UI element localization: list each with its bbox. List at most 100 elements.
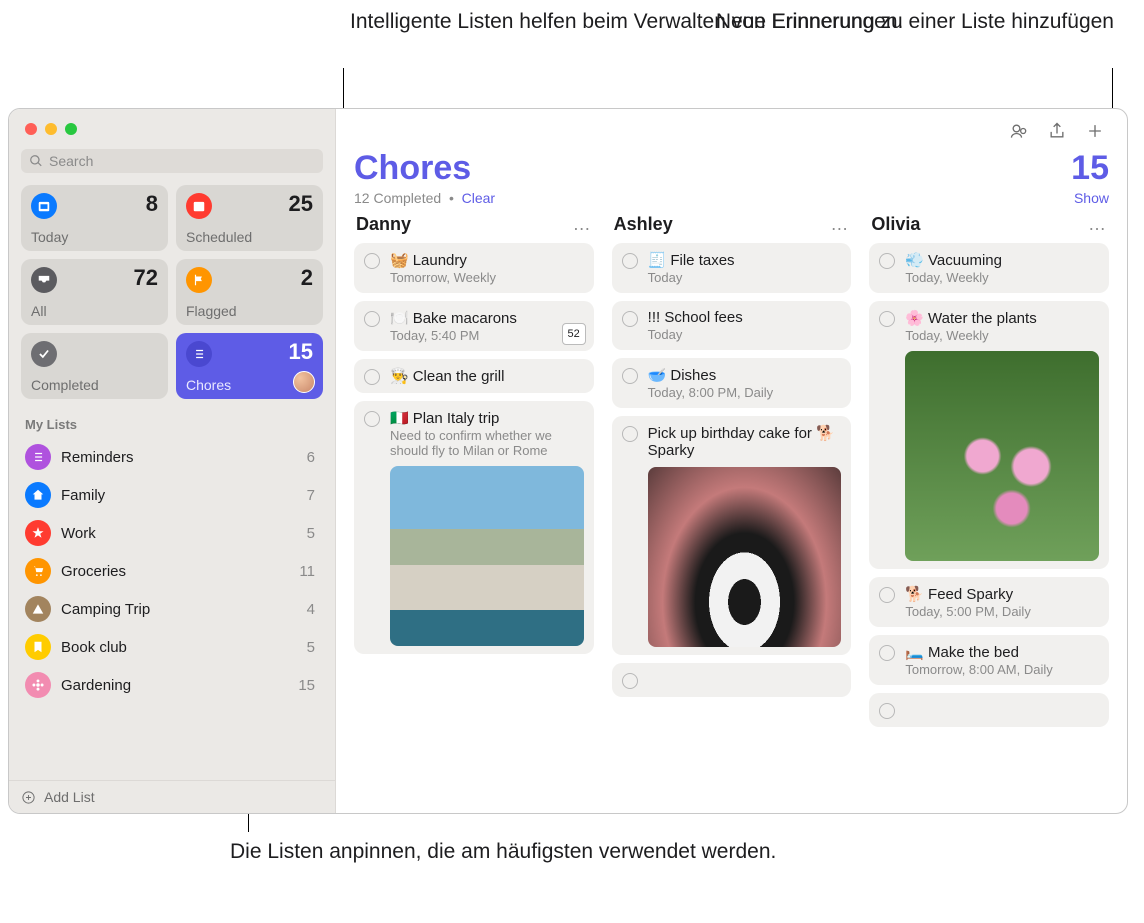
complete-checkbox[interactable] <box>622 426 638 442</box>
complete-checkbox[interactable] <box>622 311 638 327</box>
column-more-button[interactable]: … <box>573 214 592 235</box>
column-more-button[interactable]: … <box>1088 214 1107 235</box>
reminder-sub: Today, 5:40 PM <box>390 328 584 343</box>
complete-checkbox[interactable] <box>364 311 380 327</box>
reminder-card[interactable]: 👨‍🍳Clean the grill <box>354 359 594 393</box>
complete-checkbox[interactable] <box>879 703 895 719</box>
search-field[interactable]: Search <box>21 149 323 173</box>
collaborate-icon[interactable] <box>1009 121 1029 141</box>
new-reminder-slot[interactable] <box>869 693 1109 727</box>
list-count: 5 <box>307 525 315 542</box>
complete-checkbox[interactable] <box>622 368 638 384</box>
reminder-image <box>905 351 1099 561</box>
reminder-emoji-icon: 🥣 <box>648 366 667 384</box>
sidebar-list-camping-trip[interactable]: Camping Trip4 <box>21 590 323 628</box>
reminder-image <box>390 466 584 646</box>
list-name: Reminders <box>61 449 307 466</box>
complete-checkbox[interactable] <box>364 411 380 427</box>
reminder-card[interactable]: 💨VacuumingToday, Weekly <box>869 243 1109 293</box>
reminder-title: 🌸Water the plants <box>905 309 1099 327</box>
reminder-sub: Tomorrow, Weekly <box>390 270 584 285</box>
smart-card-all[interactable]: 72 All <box>21 259 168 325</box>
reminders-window: Search 8 Today 25 Scheduled <box>8 108 1128 814</box>
add-list-label: Add List <box>44 789 95 805</box>
complete-checkbox[interactable] <box>364 369 380 385</box>
clear-completed-button[interactable]: Clear <box>462 190 495 206</box>
sidebar-list-groceries[interactable]: Groceries11 <box>21 552 323 590</box>
reminder-emoji-icon: 🍽️ <box>390 309 409 327</box>
list-count: 6 <box>307 449 315 466</box>
reminder-card[interactable]: 🌸Water the plantsToday, Weekly <box>869 301 1109 569</box>
add-list-button[interactable]: Add List <box>9 780 335 813</box>
list-count: 7 <box>307 487 315 504</box>
reminder-card[interactable]: 🛏️Make the bedTomorrow, 8:00 AM, Daily <box>869 635 1109 685</box>
main-pane: Chores 15 12 Completed • Clear Show Dann… <box>336 109 1127 813</box>
sidebar-list-family[interactable]: Family7 <box>21 476 323 514</box>
column-title: Olivia <box>871 214 920 235</box>
column-title: Ashley <box>614 214 673 235</box>
sidebar-list-work[interactable]: Work5 <box>21 514 323 552</box>
smart-card-completed[interactable]: Completed <box>21 333 168 399</box>
columns-container: Danny…🧺LaundryTomorrow, Weekly🍽️Bake mac… <box>354 214 1109 813</box>
star-icon <box>25 520 51 546</box>
reminder-title: 🇮🇹Plan Italy trip <box>390 409 584 427</box>
reminder-card[interactable]: 🐕Feed SparkyToday, 5:00 PM, Daily <box>869 577 1109 627</box>
reminder-sub: Today <box>648 270 842 285</box>
new-reminder-slot[interactable] <box>612 663 852 697</box>
complete-checkbox[interactable] <box>879 311 895 327</box>
reminder-emoji-icon: 🛏️ <box>905 643 924 661</box>
complete-checkbox[interactable] <box>622 253 638 269</box>
smart-label: All <box>31 303 47 319</box>
list-name: Groceries <box>61 563 299 580</box>
smart-card-chores[interactable]: 15 Chores <box>176 333 323 399</box>
column-olivia: Olivia … 💨VacuumingToday, Weekly 🌸Water the… <box>869 214 1109 813</box>
smart-card-today[interactable]: 8 Today <box>21 185 168 251</box>
list-count: 15 <box>298 677 315 694</box>
calendar-icon <box>186 193 212 219</box>
reminder-card[interactable]: 🧺LaundryTomorrow, Weekly <box>354 243 594 293</box>
reminder-title: !!! School fees <box>648 309 842 326</box>
complete-checkbox[interactable] <box>879 645 895 661</box>
list-icon <box>25 444 51 470</box>
reminder-card[interactable]: 🇮🇹Plan Italy tripNeed to confirm whether… <box>354 401 594 654</box>
minimize-window-button[interactable] <box>45 123 57 135</box>
sidebar-list-reminders[interactable]: Reminders6 <box>21 438 323 476</box>
complete-checkbox[interactable] <box>364 253 380 269</box>
sidebar-list-book-club[interactable]: Book club5 <box>21 628 323 666</box>
add-reminder-icon[interactable] <box>1085 121 1105 141</box>
reminder-title: 🥣Dishes <box>648 366 842 384</box>
complete-checkbox[interactable] <box>622 673 638 689</box>
reminder-card[interactable]: Pick up birthday cake for 🐕 Sparky <box>612 416 852 655</box>
share-icon[interactable] <box>1047 121 1067 141</box>
smart-card-scheduled[interactable]: 25 Scheduled <box>176 185 323 251</box>
tray-icon <box>31 267 57 293</box>
reminder-card[interactable]: 🧾File taxesToday <box>612 243 852 293</box>
reminder-title: 🧺Laundry <box>390 251 584 269</box>
checkmark-icon <box>31 341 57 367</box>
complete-checkbox[interactable] <box>879 587 895 603</box>
show-completed-button[interactable]: Show <box>1074 190 1109 206</box>
list-count: 4 <box>307 601 315 618</box>
callout-add-reminder: Neue Erinnerung zu einer Liste hinzufüge… <box>716 8 1114 36</box>
my-lists-header: My Lists <box>21 417 323 432</box>
reminder-title: 👨‍🍳Clean the grill <box>390 367 584 385</box>
column-ashley: Ashley…🧾File taxesToday!!! School feesTo… <box>612 214 852 813</box>
reminder-card[interactable]: 🥣DishesToday, 8:00 PM, Daily <box>612 358 852 408</box>
reminder-card[interactable]: !!! School feesToday <box>612 301 852 350</box>
complete-checkbox[interactable] <box>879 253 895 269</box>
close-window-button[interactable] <box>25 123 37 135</box>
shared-avatar <box>293 371 315 393</box>
sidebar-list-gardening[interactable]: Gardening15 <box>21 666 323 704</box>
reminder-emoji-icon: 💨 <box>905 251 924 269</box>
maximize-window-button[interactable] <box>65 123 77 135</box>
toolbar <box>354 119 1109 147</box>
callout-pin-lists: Die Listen anpinnen, die am häufigsten v… <box>230 838 776 866</box>
reminder-image <box>648 467 842 647</box>
smart-label: Today <box>31 229 68 245</box>
reminder-sub: Today, Weekly <box>905 328 1099 343</box>
list-header: Chores 15 <box>354 149 1109 188</box>
column-more-button[interactable]: … <box>830 214 849 235</box>
reminder-card[interactable]: 🍽️Bake macaronsToday, 5:40 PM52 <box>354 301 594 351</box>
smart-card-flagged[interactable]: 2 Flagged <box>176 259 323 325</box>
tent-icon <box>25 596 51 622</box>
